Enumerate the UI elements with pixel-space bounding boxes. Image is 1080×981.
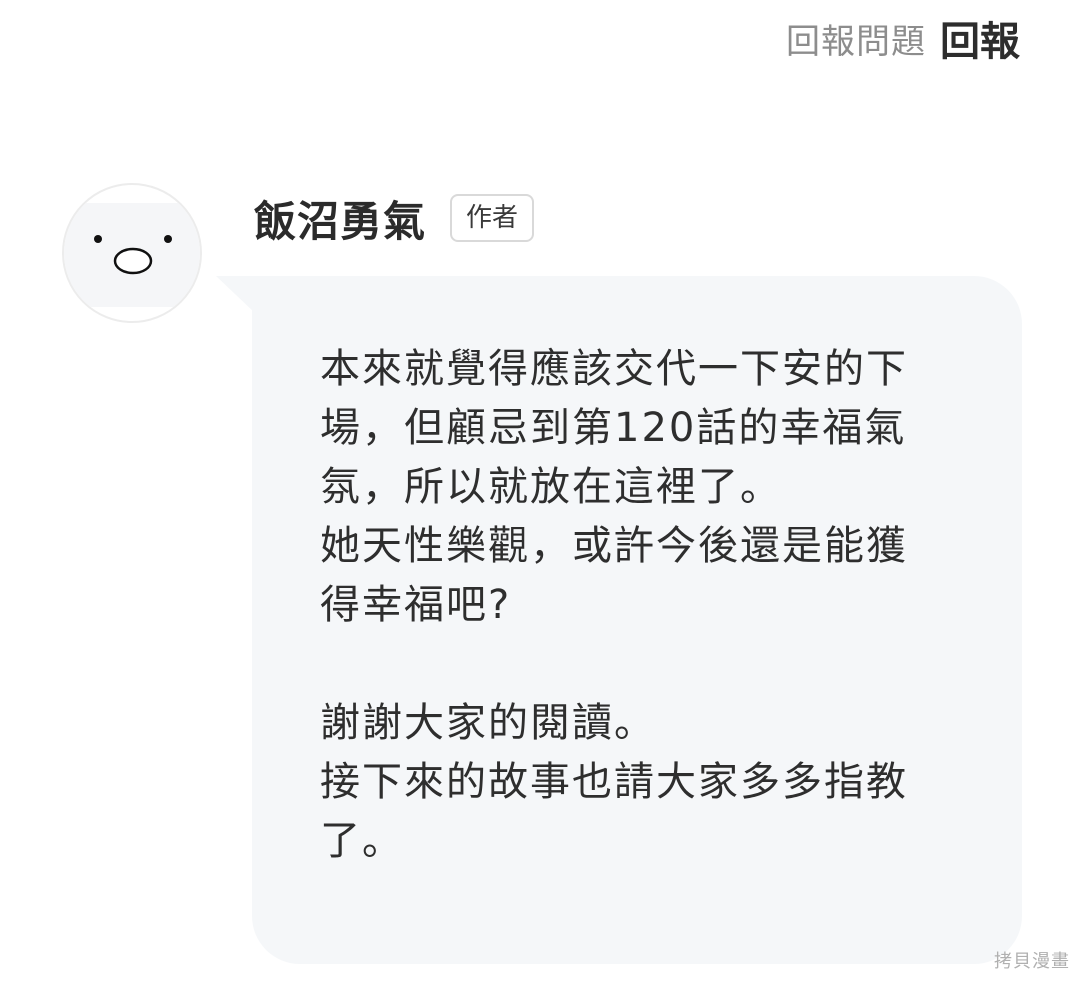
report-button[interactable]: 回報	[940, 9, 1020, 67]
author-badge: 作者	[450, 194, 535, 242]
top-actions: 回報問題 回報	[786, 8, 1020, 68]
default-face-avatar-icon	[94, 235, 172, 275]
bubble-tail	[216, 276, 256, 314]
comment-line: 謝謝大家的閱讀。	[320, 700, 656, 746]
comment-line: 她天性樂觀，或許今後還是能獲	[320, 523, 908, 569]
watermark: 拷貝漫畫	[994, 951, 1070, 972]
comment-line: 本來就覺得應該交代一下安的下	[320, 346, 908, 392]
report-issue-link[interactable]: 回報問題	[786, 14, 926, 63]
comment-bubble: 本來就覺得應該交代一下安的下 場，但顧忌到第120話的幸福氣 氛，所以就放在這裡…	[252, 276, 1022, 964]
comment-line: 了。	[320, 818, 404, 864]
avatar[interactable]	[62, 183, 202, 323]
author-name[interactable]: 飯沼勇氣	[254, 188, 426, 249]
author-row: 飯沼勇氣 作者	[254, 188, 535, 249]
comment-page: 回報問題 回報 飯沼勇氣 作者 本來就覺得應該交代一下安的下 場，但顧忌到第12…	[0, 0, 1080, 981]
comment-line: 接下來的故事也請大家多多指教	[320, 759, 908, 805]
comment-line: 氛，所以就放在這裡了。	[320, 464, 782, 510]
comment-blank-line	[320, 635, 982, 694]
comment-line: 得幸福吧?	[320, 582, 512, 628]
comment-line: 場，但顧忌到第120話的幸福氣	[320, 405, 907, 451]
